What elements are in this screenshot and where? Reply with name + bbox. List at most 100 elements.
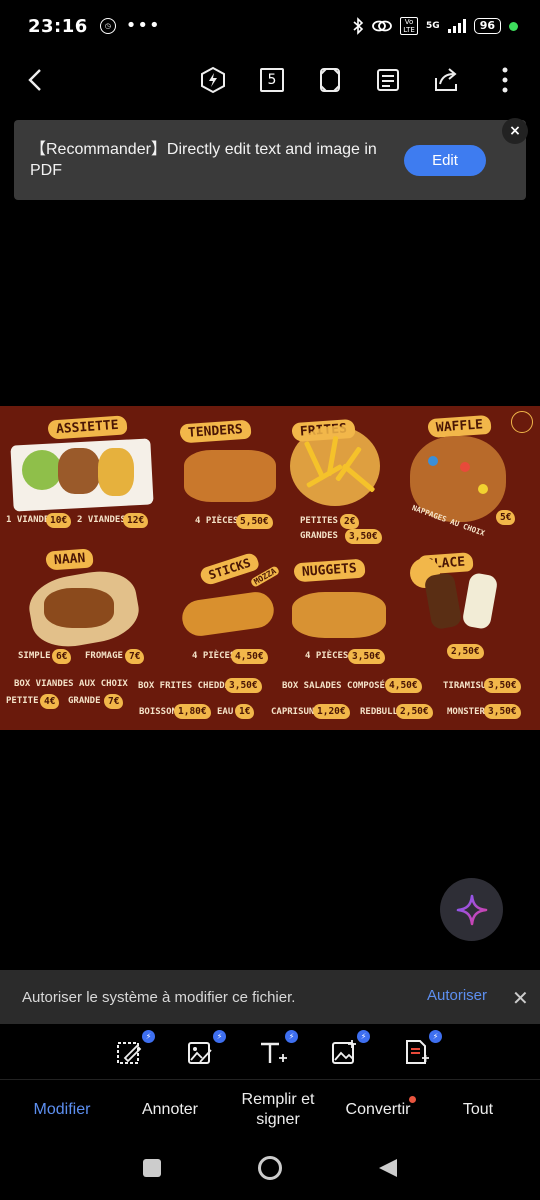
naan-line2-label: FROMAGE (85, 651, 123, 661)
banner-edit-button[interactable]: Edit (404, 145, 486, 176)
close-icon[interactable]: × (502, 118, 528, 144)
pdf-convert-icon[interactable]: ⚡ (402, 1030, 442, 1068)
more-dots-icon: ••• (125, 15, 161, 36)
tiramisu-price: 3,50€ (484, 678, 521, 693)
bluetooth-icon (353, 17, 364, 35)
naan-line1-price: 6€ (52, 649, 72, 664)
recents-square-icon[interactable] (143, 1159, 161, 1177)
title-tenders: TENDERS (179, 419, 252, 444)
volte-icon: Vo LTE (400, 17, 419, 35)
assiette-line1-label: 1 VIANDE (6, 515, 50, 525)
system-nav-bar (0, 1140, 540, 1200)
ice-cream-vanilla-image (461, 571, 499, 631)
logo-icon (511, 411, 533, 433)
title-nuggets: NUGGETS (293, 558, 366, 583)
grande-price: 7€ (104, 694, 124, 709)
caprisun-label: CAPRISUN (271, 707, 315, 717)
frites-line1-price: 2€ (340, 514, 360, 529)
premium-bolt-icon: ⚡ (142, 1030, 155, 1043)
more-vertical-icon[interactable] (489, 64, 521, 96)
close-icon[interactable]: ✕ (512, 986, 529, 1010)
naan-line1-label: SIMPLE (18, 651, 51, 661)
petite-label: PETITE (6, 696, 39, 706)
ai-assistant-button[interactable] (440, 878, 503, 941)
candy-icon (460, 462, 470, 472)
reading-mode-icon[interactable] (372, 64, 404, 96)
kebab-meat-image (58, 448, 100, 494)
frites-line1-label: PETITES (300, 516, 338, 526)
tab-tout[interactable]: Tout (440, 1082, 516, 1138)
data-saver-icon: ◷ (99, 18, 116, 34)
add-image-icon[interactable]: ⚡ (330, 1030, 370, 1068)
fullscreen-icon[interactable] (314, 64, 346, 96)
tab-annoter[interactable]: Annoter (128, 1082, 212, 1138)
home-circle-icon[interactable] (258, 1156, 282, 1180)
candy-icon (478, 484, 488, 494)
edit-tools-row: ⚡ ⚡ ⚡ ⚡ ⚡ (0, 1024, 540, 1080)
eau-price: 1€ (235, 704, 255, 719)
boisson-label: BOISSON (139, 707, 177, 717)
page-count: 5 (260, 68, 284, 92)
tiramisu-label: TIRAMISU (443, 681, 487, 691)
back-icon[interactable] (22, 64, 50, 96)
frites-line2-label: GRANDES (300, 531, 338, 541)
edit-text-box-icon[interactable]: ⚡ (115, 1030, 155, 1068)
premium-bolt-icon: ⚡ (285, 1030, 298, 1043)
redbull-label: REDBULL (360, 707, 398, 717)
box-frites-label: BOX FRITES CHEDDAR (138, 681, 236, 691)
sparkle-icon (456, 894, 487, 925)
title-waffle: WAFFLE (427, 414, 492, 439)
permission-text: Autoriser le système à modifier ce fichi… (22, 988, 296, 1006)
tab-convertir[interactable]: Convertir (336, 1082, 420, 1138)
authorize-button[interactable]: Autoriser (427, 987, 487, 1004)
share-icon[interactable] (430, 64, 462, 96)
network-type: 5G (426, 21, 440, 31)
title-assiette: ASSIETTE (47, 415, 128, 440)
tenders-image (184, 450, 276, 502)
assiette-line2-label: 2 VIANDES (77, 515, 126, 525)
add-text-icon[interactable]: ⚡ (258, 1030, 298, 1068)
ai-bolt-icon[interactable] (197, 64, 229, 96)
permission-bar: Autoriser le système à modifier ce fichi… (0, 970, 540, 1024)
edit-image-icon[interactable]: ⚡ (186, 1030, 226, 1068)
naan-line2-price: 7€ (125, 649, 145, 664)
waffle-line1-price: 5€ (496, 510, 516, 525)
redbull-price: 2,50€ (396, 704, 433, 719)
caprisun-price: 1,20€ (313, 704, 350, 719)
tab-modifier[interactable]: Modifier (20, 1082, 104, 1138)
tab-remplir-et-signer[interactable]: Remplir et signer (230, 1082, 326, 1138)
page-count-icon[interactable]: 5 (256, 64, 288, 96)
frites-line2-price: 3,50€ (345, 529, 382, 544)
status-bar: 23:16 ◷ ••• Vo LTE 5G 96 (0, 0, 540, 52)
signal-icon (447, 19, 466, 33)
box-salades-price: 4,50€ (385, 678, 422, 693)
monster-price: 3,50€ (484, 704, 521, 719)
nuggets-line1-label: 4 PIÈCES (305, 651, 349, 661)
notification-dot (409, 1096, 416, 1103)
back-triangle-icon[interactable] (377, 1157, 399, 1179)
naan-filling-image (44, 588, 114, 628)
premium-bolt-icon: ⚡ (357, 1030, 370, 1043)
grande-label: GRANDE (68, 696, 101, 706)
ice-cream-chocolate-image (423, 571, 463, 631)
tenders-line1-label: 4 PIÈCES (195, 516, 239, 526)
salad-image (22, 450, 62, 490)
status-time: 23:16 (28, 15, 88, 37)
menu-image: ASSIETTE 1 VIANDE 10€ 2 VIANDES 12€ TEND… (0, 406, 540, 730)
assiette-line2-price: 12€ (123, 513, 149, 528)
banner-text: 【Recommander】Directly edit text and imag… (30, 141, 377, 179)
title-naan: NAAN (45, 548, 94, 571)
nuggets-image (292, 592, 386, 638)
tenders-line1-price: 5,50€ (236, 514, 273, 529)
promo-banner: 【Recommander】Directly edit text and imag… (14, 118, 528, 200)
sticks-line1-price: 4,50€ (231, 649, 268, 664)
mozza-sticks-image (179, 589, 277, 639)
link-icon (372, 20, 392, 32)
monster-label: MONSTER (447, 707, 485, 717)
petite-price: 4€ (40, 694, 60, 709)
privacy-indicator (509, 21, 518, 31)
assiette-line1-price: 10€ (46, 513, 72, 528)
eau-label: EAU (217, 707, 234, 717)
box-salades-label: BOX SALADES COMPOSÉES (282, 681, 396, 691)
viewer-toolbar: 5 (0, 52, 540, 108)
